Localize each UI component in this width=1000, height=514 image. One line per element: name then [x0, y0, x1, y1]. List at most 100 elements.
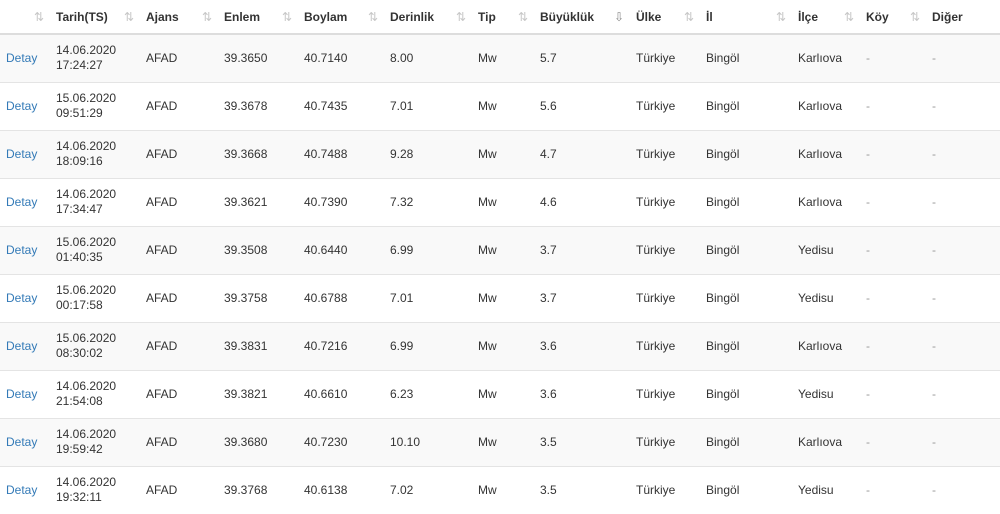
col-header-actions[interactable]: ⇅ — [0, 0, 50, 35]
detail-link[interactable]: Detay — [6, 435, 37, 449]
table-row: Detay 14.06.2020 17:34:47 AFAD 39.3621 40.739… — [0, 177, 1000, 226]
event-date: 14.06.2020 — [56, 43, 117, 58]
magnitude-type-cell: Mw — [472, 81, 534, 130]
magnitude-type-cell: Mw — [472, 129, 534, 178]
village-cell: - — [860, 417, 926, 466]
other-cell: - — [926, 129, 1000, 178]
event-datetime: 14.06.2020 17:34:47 — [50, 177, 140, 226]
col-header-other[interactable]: Diğer — [926, 0, 1000, 35]
col-header-label: İl — [706, 9, 713, 24]
province-cell: Bingöl — [700, 81, 792, 130]
village-cell: - — [860, 177, 926, 226]
col-header-label: Boylam — [304, 9, 348, 24]
col-header-label: Tip — [478, 9, 496, 24]
other-cell: - — [926, 369, 1000, 418]
magnitude-type-cell: Mw — [472, 369, 534, 418]
province-cell: Bingöl — [700, 177, 792, 226]
longitude-cell: 40.6610 — [298, 369, 384, 418]
depth-cell: 10.10 — [384, 417, 472, 466]
agency-cell: AFAD — [140, 369, 218, 418]
sort-both-icon[interactable]: ⇅ — [910, 10, 920, 24]
header-row: ⇅ Tarih(TS) ⇅ Ajans ⇅ Enlem ⇅ Boylam ⇅ Derin… — [0, 0, 1000, 35]
detail-link[interactable]: Detay — [6, 339, 37, 353]
sort-both-icon[interactable]: ⇅ — [776, 10, 786, 24]
province-cell: Bingöl — [700, 273, 792, 322]
col-header-lon[interactable]: Boylam ⇅ — [298, 0, 384, 35]
event-datetime: 14.06.2020 19:59:42 — [50, 417, 140, 466]
detail-link[interactable]: Detay — [6, 147, 37, 161]
village-cell: - — [860, 321, 926, 370]
other-cell: - — [926, 417, 1000, 466]
detail-link[interactable]: Detay — [6, 195, 37, 209]
detail-link[interactable]: Detay — [6, 291, 37, 305]
detail-link[interactable]: Detay — [6, 243, 37, 257]
district-cell: Karlıova — [792, 129, 860, 178]
depth-cell: 6.99 — [384, 321, 472, 370]
detail-link[interactable]: Detay — [6, 99, 37, 113]
event-date: 15.06.2020 — [56, 91, 117, 105]
sort-both-icon[interactable]: ⇅ — [844, 10, 854, 24]
event-datetime: 15.06.2020 01:40:35 — [50, 225, 140, 274]
event-datetime: 14.06.2020 17:24:27 — [50, 33, 140, 82]
table-row: Detay 14.06.2020 21:54:08 AFAD 39.3821 40.661… — [0, 369, 1000, 418]
event-time: 18:09:16 — [56, 154, 103, 168]
col-header-label: Büyüklük — [540, 9, 595, 24]
district-cell: Karlıova — [792, 81, 860, 130]
earthquake-table: ⇅ Tarih(TS) ⇅ Ajans ⇅ Enlem ⇅ Boylam ⇅ Derin… — [0, 0, 1000, 514]
longitude-cell: 40.7230 — [298, 417, 384, 466]
col-header-magnitude[interactable]: Büyüklük ⇩ — [534, 0, 630, 35]
event-date: 15.06.2020 — [56, 331, 117, 345]
col-header-province[interactable]: İl ⇅ — [700, 0, 792, 35]
latitude-cell: 39.3678 — [218, 81, 298, 130]
village-cell: - — [860, 369, 926, 418]
magnitude-cell: 5.6 — [534, 81, 630, 130]
depth-cell: 9.28 — [384, 129, 472, 178]
longitude-cell: 40.6440 — [298, 225, 384, 274]
district-cell: Karlıova — [792, 33, 860, 82]
sort-both-icon[interactable]: ⇅ — [456, 10, 466, 24]
event-date: 14.06.2020 — [56, 139, 117, 153]
col-header-lat[interactable]: Enlem ⇅ — [218, 0, 298, 35]
col-header-depth[interactable]: Derinlik ⇅ — [384, 0, 472, 35]
district-cell: Karlıova — [792, 417, 860, 466]
other-cell: - — [926, 273, 1000, 322]
latitude-cell: 39.3680 — [218, 417, 298, 466]
province-cell: Bingöl — [700, 225, 792, 274]
detail-link[interactable]: Detay — [6, 483, 37, 497]
col-header-label: Diğer — [932, 9, 963, 24]
village-cell: - — [860, 273, 926, 322]
other-cell: - — [926, 465, 1000, 514]
village-cell: - — [860, 465, 926, 514]
country-cell: Türkiye — [630, 177, 700, 226]
sort-both-icon[interactable]: ⇅ — [202, 10, 212, 24]
col-header-country[interactable]: Ülke ⇅ — [630, 0, 700, 35]
detail-link[interactable]: Detay — [6, 387, 37, 401]
col-header-agency[interactable]: Ajans ⇅ — [140, 0, 218, 35]
col-header-village[interactable]: Köy ⇅ — [860, 0, 926, 35]
event-datetime: 15.06.2020 08:30:02 — [50, 321, 140, 370]
magnitude-cell: 4.7 — [534, 129, 630, 178]
event-date: 15.06.2020 — [56, 235, 117, 249]
sort-both-icon[interactable]: ⇅ — [518, 10, 528, 24]
country-cell: Türkiye — [630, 129, 700, 178]
depth-cell: 7.02 — [384, 465, 472, 514]
col-header-label: Enlem — [224, 9, 261, 24]
district-cell: Yedisu — [792, 225, 860, 274]
col-header-district[interactable]: İlçe ⇅ — [792, 0, 860, 35]
agency-cell: AFAD — [140, 33, 218, 82]
province-cell: Bingöl — [700, 129, 792, 178]
sort-both-icon[interactable]: ⇅ — [282, 10, 292, 24]
sort-both-icon[interactable]: ⇅ — [368, 10, 378, 24]
province-cell: Bingöl — [700, 33, 792, 82]
sort-both-icon[interactable]: ⇅ — [684, 10, 694, 24]
sort-both-icon[interactable]: ⇅ — [34, 10, 44, 24]
detail-link[interactable]: Detay — [6, 51, 37, 65]
col-header-type[interactable]: Tip ⇅ — [472, 0, 534, 35]
country-cell: Türkiye — [630, 321, 700, 370]
sort-both-icon[interactable]: ⇅ — [124, 10, 134, 24]
event-time: 00:17:58 — [56, 298, 103, 312]
col-header-date[interactable]: Tarih(TS) ⇅ — [50, 0, 140, 35]
sort-desc-icon[interactable]: ⇩ — [614, 10, 624, 24]
district-cell: Yedisu — [792, 465, 860, 514]
detail-link: Detay — [0, 177, 50, 226]
